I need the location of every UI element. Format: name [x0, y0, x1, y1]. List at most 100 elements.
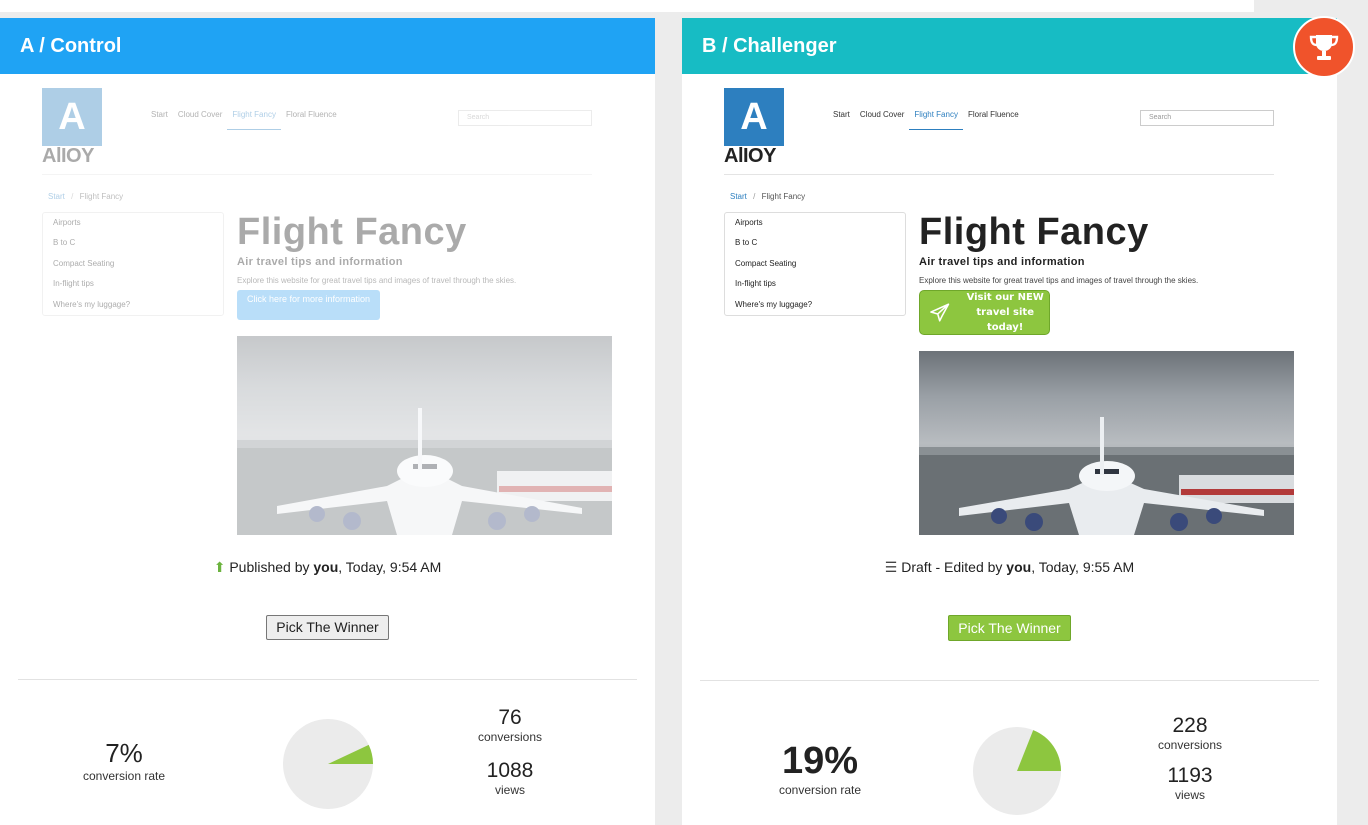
conversion-rate-stat: 19% conversion rate: [760, 740, 880, 797]
site-search-input[interactable]: Search: [1140, 110, 1274, 126]
conversion-rate-stat: 7% conversion rate: [64, 738, 184, 783]
page-lead: Explore this website for great travel ti…: [919, 276, 1199, 285]
breadcrumb: Start / Flight Fancy: [48, 192, 123, 201]
breadcrumb-separator: /: [71, 192, 74, 201]
airplane-photo-graphic: [237, 408, 612, 535]
nav-item-floral-fluence[interactable]: Floral Fluence: [963, 110, 1024, 130]
logo-mark: A: [724, 88, 784, 146]
airplane-photo-graphic: [919, 417, 1294, 535]
side-menu: Airports B to C Compact Seating In-fligh…: [724, 212, 906, 316]
logo-word: AlIOY: [724, 145, 776, 167]
nav-item-floral-fluence[interactable]: Floral Fluence: [281, 110, 342, 130]
side-menu-item[interactable]: Where's my luggage?: [53, 298, 213, 318]
stats-divider: [18, 679, 637, 680]
views-stat: 1088 views: [460, 759, 560, 797]
page-subheading: Air travel tips and information: [237, 256, 403, 268]
pick-winner-button-a[interactable]: Pick The Winner: [266, 615, 389, 640]
status-user: you: [313, 559, 339, 575]
header-divider: [724, 174, 1274, 175]
cta-text: Visit our NEW travel site today!: [961, 290, 1049, 335]
breadcrumb-current: Flight Fancy: [761, 192, 806, 201]
site-search-input[interactable]: Search: [458, 110, 592, 126]
cta-line-2: travel site today!: [976, 307, 1034, 333]
site-nav: Start Cloud Cover Flight Fancy Floral Fl…: [828, 110, 1024, 130]
pick-winner-button-b[interactable]: Pick The Winner: [948, 615, 1071, 641]
layers-icon: ☰: [884, 559, 898, 575]
logo-word: AlIOY: [42, 145, 94, 167]
airplane-photo: [237, 336, 612, 535]
conversion-rate-value: 19%: [781, 740, 859, 782]
winner-trophy-badge: [1293, 16, 1355, 78]
trophy-icon: [1309, 35, 1339, 60]
variant-b-status: ☰ Draft - Edited by you, Today, 9:55 AM: [682, 559, 1337, 576]
side-menu-item[interactable]: In-flight tips: [735, 277, 895, 297]
page-lead: Explore this website for great travel ti…: [237, 276, 517, 285]
conversions-stat: 76 conversions: [460, 706, 560, 744]
arrow-up-icon: ⬆: [213, 559, 226, 575]
conversions-value: 228: [1172, 714, 1208, 737]
breadcrumb: Start / Flight Fancy: [730, 192, 805, 201]
variant-b-preview[interactable]: A AlIOY Start Cloud Cover Flight Fancy F…: [724, 88, 1296, 544]
nav-item-start[interactable]: Start: [828, 110, 855, 130]
conversion-pie-chart: [972, 726, 1062, 816]
side-menu-item[interactable]: Compact Seating: [735, 257, 895, 277]
nav-item-start[interactable]: Start: [146, 110, 173, 130]
status-user: you: [1006, 559, 1032, 575]
side-menu-item[interactable]: B to C: [53, 236, 213, 256]
cta-button[interactable]: Visit our NEW travel site today!: [919, 290, 1050, 335]
side-menu-item[interactable]: Airports: [735, 216, 895, 236]
variant-b-title: B / Challenger: [682, 18, 1337, 74]
site-nav: Start Cloud Cover Flight Fancy Floral Fl…: [146, 110, 342, 130]
side-menu-item[interactable]: Where's my luggage?: [735, 298, 895, 318]
page-heading: Flight Fancy: [237, 211, 467, 253]
header-divider: [42, 174, 592, 175]
views-value: 1088: [486, 759, 534, 782]
nav-item-cloud-cover[interactable]: Cloud Cover: [173, 110, 227, 130]
breadcrumb-start[interactable]: Start: [730, 192, 747, 201]
conversions-value: 76: [498, 706, 522, 729]
page-heading: Flight Fancy: [919, 211, 1149, 253]
side-menu-item[interactable]: Compact Seating: [53, 257, 213, 277]
status-prefix: Published by: [229, 559, 314, 575]
status-prefix: Draft - Edited by: [901, 559, 1007, 575]
stats-divider: [700, 680, 1319, 681]
nav-item-cloud-cover[interactable]: Cloud Cover: [855, 110, 909, 130]
cta-button[interactable]: Click here for more information: [237, 290, 380, 320]
side-menu-item[interactable]: In-flight tips: [53, 277, 213, 297]
conversion-pie-chart: [283, 719, 373, 809]
cta-line-1: Visit our NEW: [966, 292, 1044, 303]
conversions-label: conversions: [477, 730, 543, 744]
conversions-label: conversions: [1157, 738, 1223, 752]
variant-b-panel: B / Challenger A AlIOY Start Cloud Cover…: [682, 18, 1337, 825]
side-menu-item[interactable]: B to C: [735, 236, 895, 256]
breadcrumb-separator: /: [753, 192, 756, 201]
views-label: views: [1174, 788, 1205, 802]
breadcrumb-start[interactable]: Start: [48, 192, 65, 201]
page-content: Flight Fancy Air travel tips and informa…: [919, 210, 1294, 535]
views-label: views: [494, 783, 525, 797]
airplane-icon: [930, 302, 950, 322]
status-suffix: , Today, 9:55 AM: [1031, 559, 1135, 575]
nav-item-flight-fancy[interactable]: Flight Fancy: [227, 110, 281, 130]
views-value: 1193: [1167, 764, 1213, 787]
conversion-rate-label: conversion rate: [778, 783, 862, 797]
conversion-rate-value: 7%: [105, 738, 143, 768]
variant-a-status: ⬆ Published by you, Today, 9:54 AM: [0, 559, 655, 576]
variant-a-panel: A / Control A AlIOY Start Cloud Cover Fl…: [0, 18, 655, 825]
status-suffix: , Today, 9:54 AM: [338, 559, 442, 575]
conversion-rate-label: conversion rate: [82, 769, 166, 783]
conversions-stat: 228 conversions: [1140, 714, 1240, 752]
side-menu-item[interactable]: Airports: [53, 216, 213, 236]
site-logo: A AlIOY: [724, 88, 784, 166]
breadcrumb-current: Flight Fancy: [79, 192, 124, 201]
nav-item-flight-fancy[interactable]: Flight Fancy: [909, 110, 963, 130]
airplane-photo: [919, 351, 1294, 535]
site-logo: A AlIOY: [42, 88, 102, 166]
side-menu: Airports B to C Compact Seating In-fligh…: [42, 212, 224, 316]
variant-a-title: A / Control: [0, 18, 655, 74]
page-subheading: Air travel tips and information: [919, 256, 1085, 268]
views-stat: 1193 views: [1140, 764, 1240, 802]
logo-mark: A: [42, 88, 102, 146]
page-content: Flight Fancy Air travel tips and informa…: [237, 210, 612, 535]
variant-a-preview[interactable]: A AlIOY Start Cloud Cover Flight Fancy F…: [42, 88, 614, 544]
